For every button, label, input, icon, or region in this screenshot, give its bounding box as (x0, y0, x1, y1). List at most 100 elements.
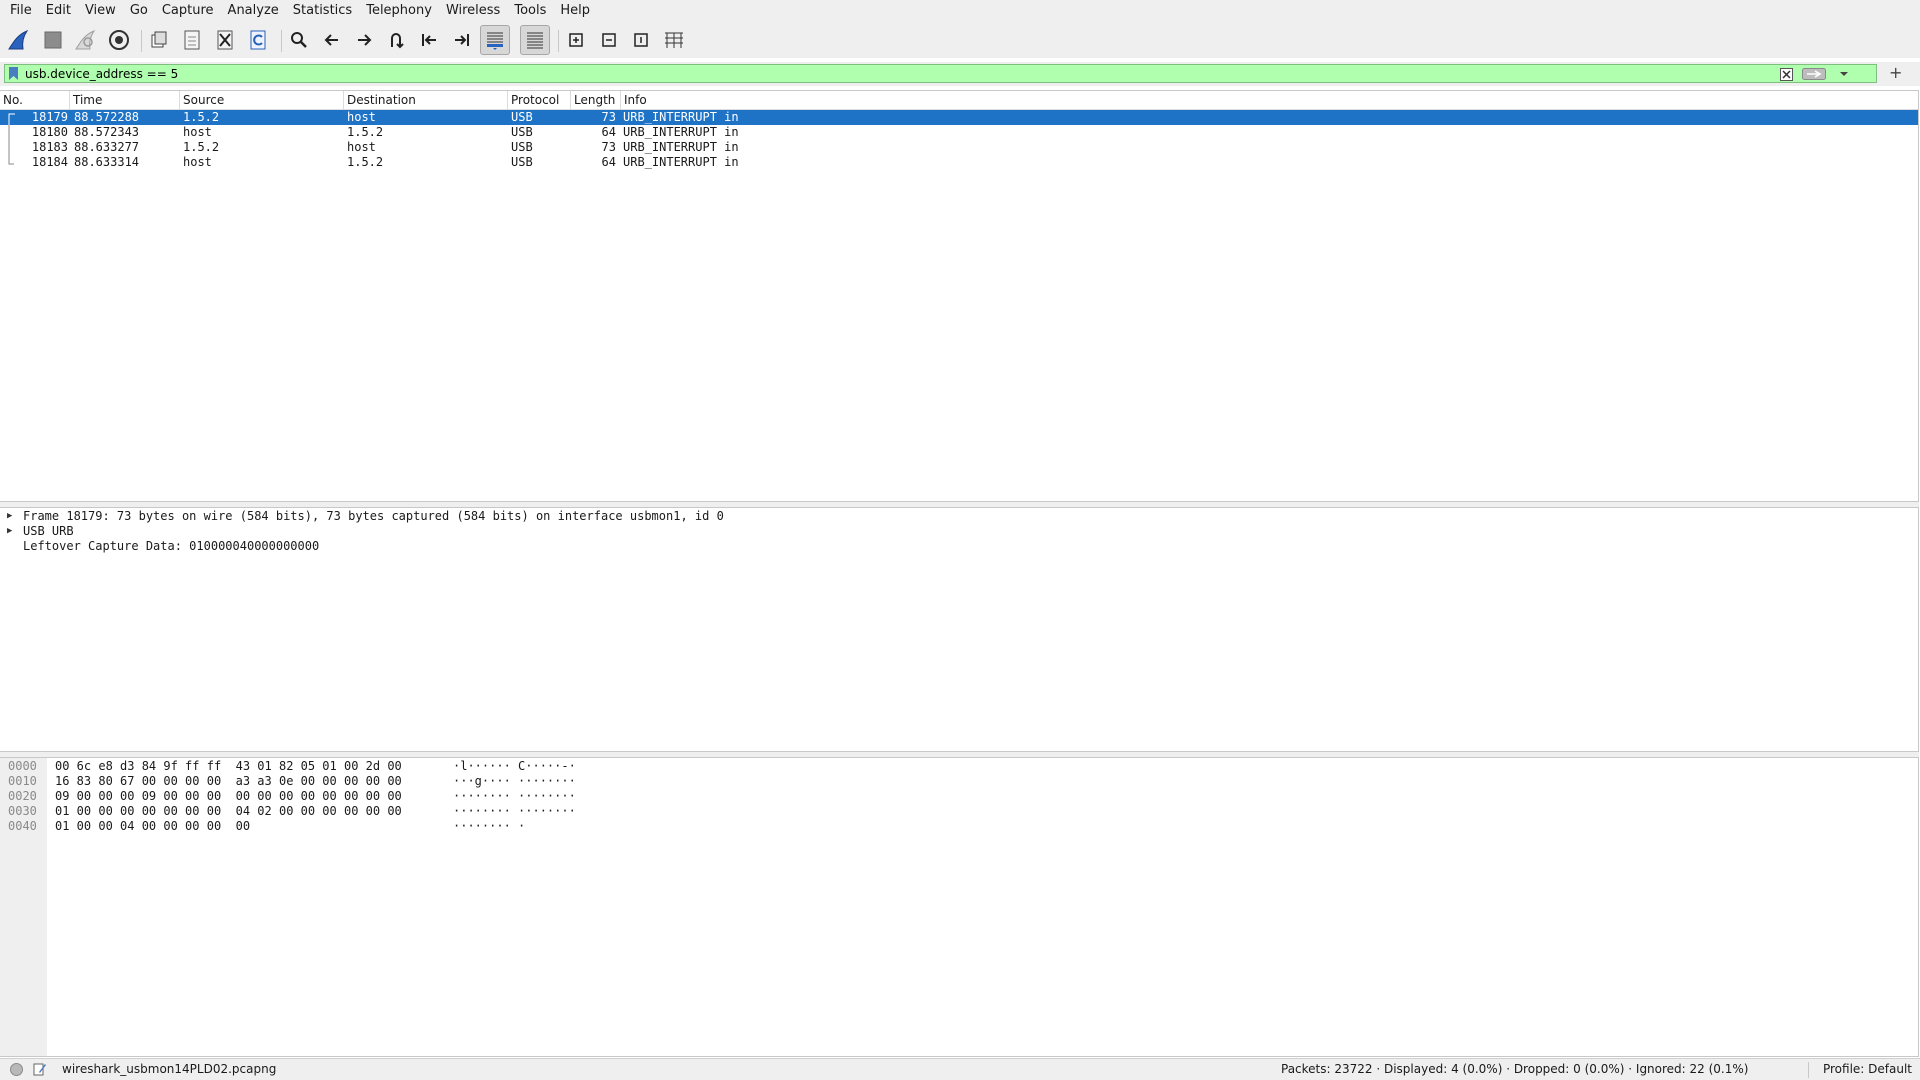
packet-destination: 1.5.2 (347, 125, 384, 139)
bytes-ascii[interactable]: ········ · (453, 819, 525, 834)
details-item-text: Frame 18179: 73 bytes on wire (584 bits)… (23, 509, 724, 523)
bytes-offset: 0030 (8, 804, 37, 818)
bytes-offset: 0010 (8, 774, 37, 788)
bytes-offset: 0020 (8, 789, 37, 803)
packet-no: 18184 (31, 155, 68, 169)
save-file-icon[interactable] (178, 26, 206, 54)
normal-size-icon[interactable] (627, 26, 655, 54)
auto-scroll-icon[interactable] (480, 25, 510, 55)
column-header-source[interactable]: Source (180, 91, 344, 109)
status-profile[interactable]: Profile: Default (1823, 1059, 1912, 1080)
column-header-protocol[interactable]: Protocol (508, 91, 571, 109)
display-filter-input[interactable]: usb.device_address == 5 (4, 64, 1877, 83)
column-header-time[interactable]: Time (70, 91, 180, 109)
column-header-no[interactable]: No. (0, 91, 70, 109)
status-packet-stats: Packets: 23722 · Displayed: 4 (0.0%) · D… (1281, 1062, 1749, 1076)
bytes-hex[interactable]: 01 00 00 00 00 00 00 00 04 02 00 00 00 0… (55, 804, 402, 819)
column-header-destination[interactable]: Destination (344, 91, 508, 109)
menu-view[interactable]: View (78, 1, 123, 21)
packet-protocol: USB (511, 140, 533, 154)
apply-filter-icon[interactable] (1802, 68, 1826, 80)
zoom-out-icon[interactable] (595, 26, 623, 54)
packet-bytes-pane: 0000 00 6c e8 d3 84 9f ff ff 43 01 82 05… (0, 757, 1919, 1057)
add-filter-button[interactable]: + (1889, 64, 1902, 82)
menu-telephony[interactable]: Telephony (359, 1, 439, 21)
packet-info: URB_INTERRUPT in (623, 125, 739, 139)
packet-row[interactable]: 18183 88.633277 1.5.2 host USB 73 URB_IN… (0, 140, 1918, 155)
column-header-info[interactable]: Info (621, 91, 1919, 109)
packet-protocol: USB (511, 155, 533, 169)
filter-history-dropdown-icon[interactable] (1840, 70, 1848, 78)
packet-source: host (183, 125, 212, 139)
packet-row[interactable]: 18180 88.572343 host 1.5.2 USB 64 URB_IN… (0, 125, 1918, 140)
go-to-packet-icon[interactable] (382, 26, 410, 54)
bytes-hex[interactable]: 09 00 00 00 09 00 00 00 00 00 00 00 00 0… (55, 789, 402, 804)
status-divider (1808, 1062, 1809, 1078)
clear-filter-icon[interactable] (1780, 68, 1793, 81)
packet-no: 18179 (31, 110, 68, 124)
packet-length: 64 (601, 125, 616, 139)
go-forward-icon[interactable] (350, 26, 378, 54)
resize-columns-icon[interactable] (660, 26, 688, 54)
menu-help[interactable]: Help (553, 1, 597, 21)
status-bar: wireshark_usbmon14PLD02.pcapng Packets: … (0, 1058, 1920, 1080)
restart-capture-icon[interactable] (72, 26, 100, 54)
packet-destination: 1.5.2 (347, 155, 384, 169)
close-file-icon[interactable] (211, 26, 239, 54)
menu-tools[interactable]: Tools (507, 1, 553, 21)
menu-edit[interactable]: Edit (39, 1, 78, 21)
main-toolbar (0, 22, 1920, 58)
expand-arrow-icon[interactable]: ▶ (7, 524, 12, 539)
bytes-hex[interactable]: 16 83 80 67 00 00 00 00 a3 a3 0e 00 00 0… (55, 774, 402, 789)
details-item-text: Leftover Capture Data: 01000004000000000… (23, 539, 320, 553)
menu-analyze[interactable]: Analyze (221, 1, 286, 21)
menu-file[interactable]: File (0, 1, 39, 21)
find-packet-icon[interactable] (285, 26, 313, 54)
packet-info: URB_INTERRUPT in (623, 140, 739, 154)
bytes-hex[interactable]: 00 6c e8 d3 84 9f ff ff 43 01 82 05 01 0… (55, 759, 402, 774)
menu-capture[interactable]: Capture (155, 1, 221, 21)
packet-source: 1.5.2 (183, 110, 220, 124)
zoom-in-icon[interactable] (562, 26, 590, 54)
bookmark-icon[interactable] (9, 67, 18, 80)
packet-no: 18183 (31, 140, 68, 154)
expand-arrow-icon[interactable]: ▶ (7, 509, 12, 524)
start-capture-icon[interactable] (5, 26, 33, 54)
first-packet-icon[interactable] (415, 26, 443, 54)
packet-source: 1.5.2 (183, 140, 220, 154)
packet-length: 64 (601, 155, 616, 169)
packet-protocol: USB (511, 110, 533, 124)
packet-time: 88.572288 (74, 110, 140, 124)
details-item-text: USB URB (23, 524, 74, 538)
bytes-offset: 0040 (8, 819, 37, 833)
packet-row[interactable]: 18179 88.572288 1.5.2 host USB 73 URB_IN… (0, 110, 1918, 125)
last-packet-icon[interactable] (448, 26, 476, 54)
bytes-ascii[interactable]: ········ ········ (453, 804, 576, 819)
packet-source: host (183, 155, 212, 169)
menu-go[interactable]: Go (123, 1, 155, 21)
bytes-ascii[interactable]: ·l······ C·····-· (453, 759, 576, 774)
bytes-offset: 0000 (8, 759, 37, 773)
column-header-length[interactable]: Length (571, 91, 621, 109)
packet-list: No. Time Source Destination Protocol Len… (0, 90, 1919, 502)
packet-length: 73 (601, 110, 616, 124)
open-file-icon[interactable] (145, 26, 173, 54)
capture-options-icon[interactable] (105, 26, 133, 54)
menu-wireless[interactable]: Wireless (439, 1, 507, 21)
packet-row[interactable]: 18184 88.633314 host 1.5.2 USB 64 URB_IN… (0, 155, 1918, 170)
reload-file-icon[interactable] (244, 26, 272, 54)
bytes-ascii[interactable]: ········ ········ (453, 789, 576, 804)
packet-details-pane: ▶ Frame 18179: 73 bytes on wire (584 bit… (0, 507, 1919, 752)
bytes-ascii[interactable]: ···g···· ········ (453, 774, 576, 789)
packet-destination: host (347, 110, 376, 124)
packet-protocol: USB (511, 125, 533, 139)
edit-comment-icon[interactable] (33, 1062, 47, 1076)
packet-info: URB_INTERRUPT in (623, 110, 739, 124)
bytes-hex[interactable]: 01 00 00 04 00 00 00 00 00 (55, 819, 250, 834)
stop-capture-icon[interactable] (39, 26, 67, 54)
colorize-icon[interactable] (520, 25, 550, 55)
go-back-icon[interactable] (318, 26, 346, 54)
menu-statistics[interactable]: Statistics (286, 1, 359, 21)
packet-time: 88.633314 (74, 155, 140, 169)
capture-status-icon[interactable] (10, 1063, 23, 1076)
